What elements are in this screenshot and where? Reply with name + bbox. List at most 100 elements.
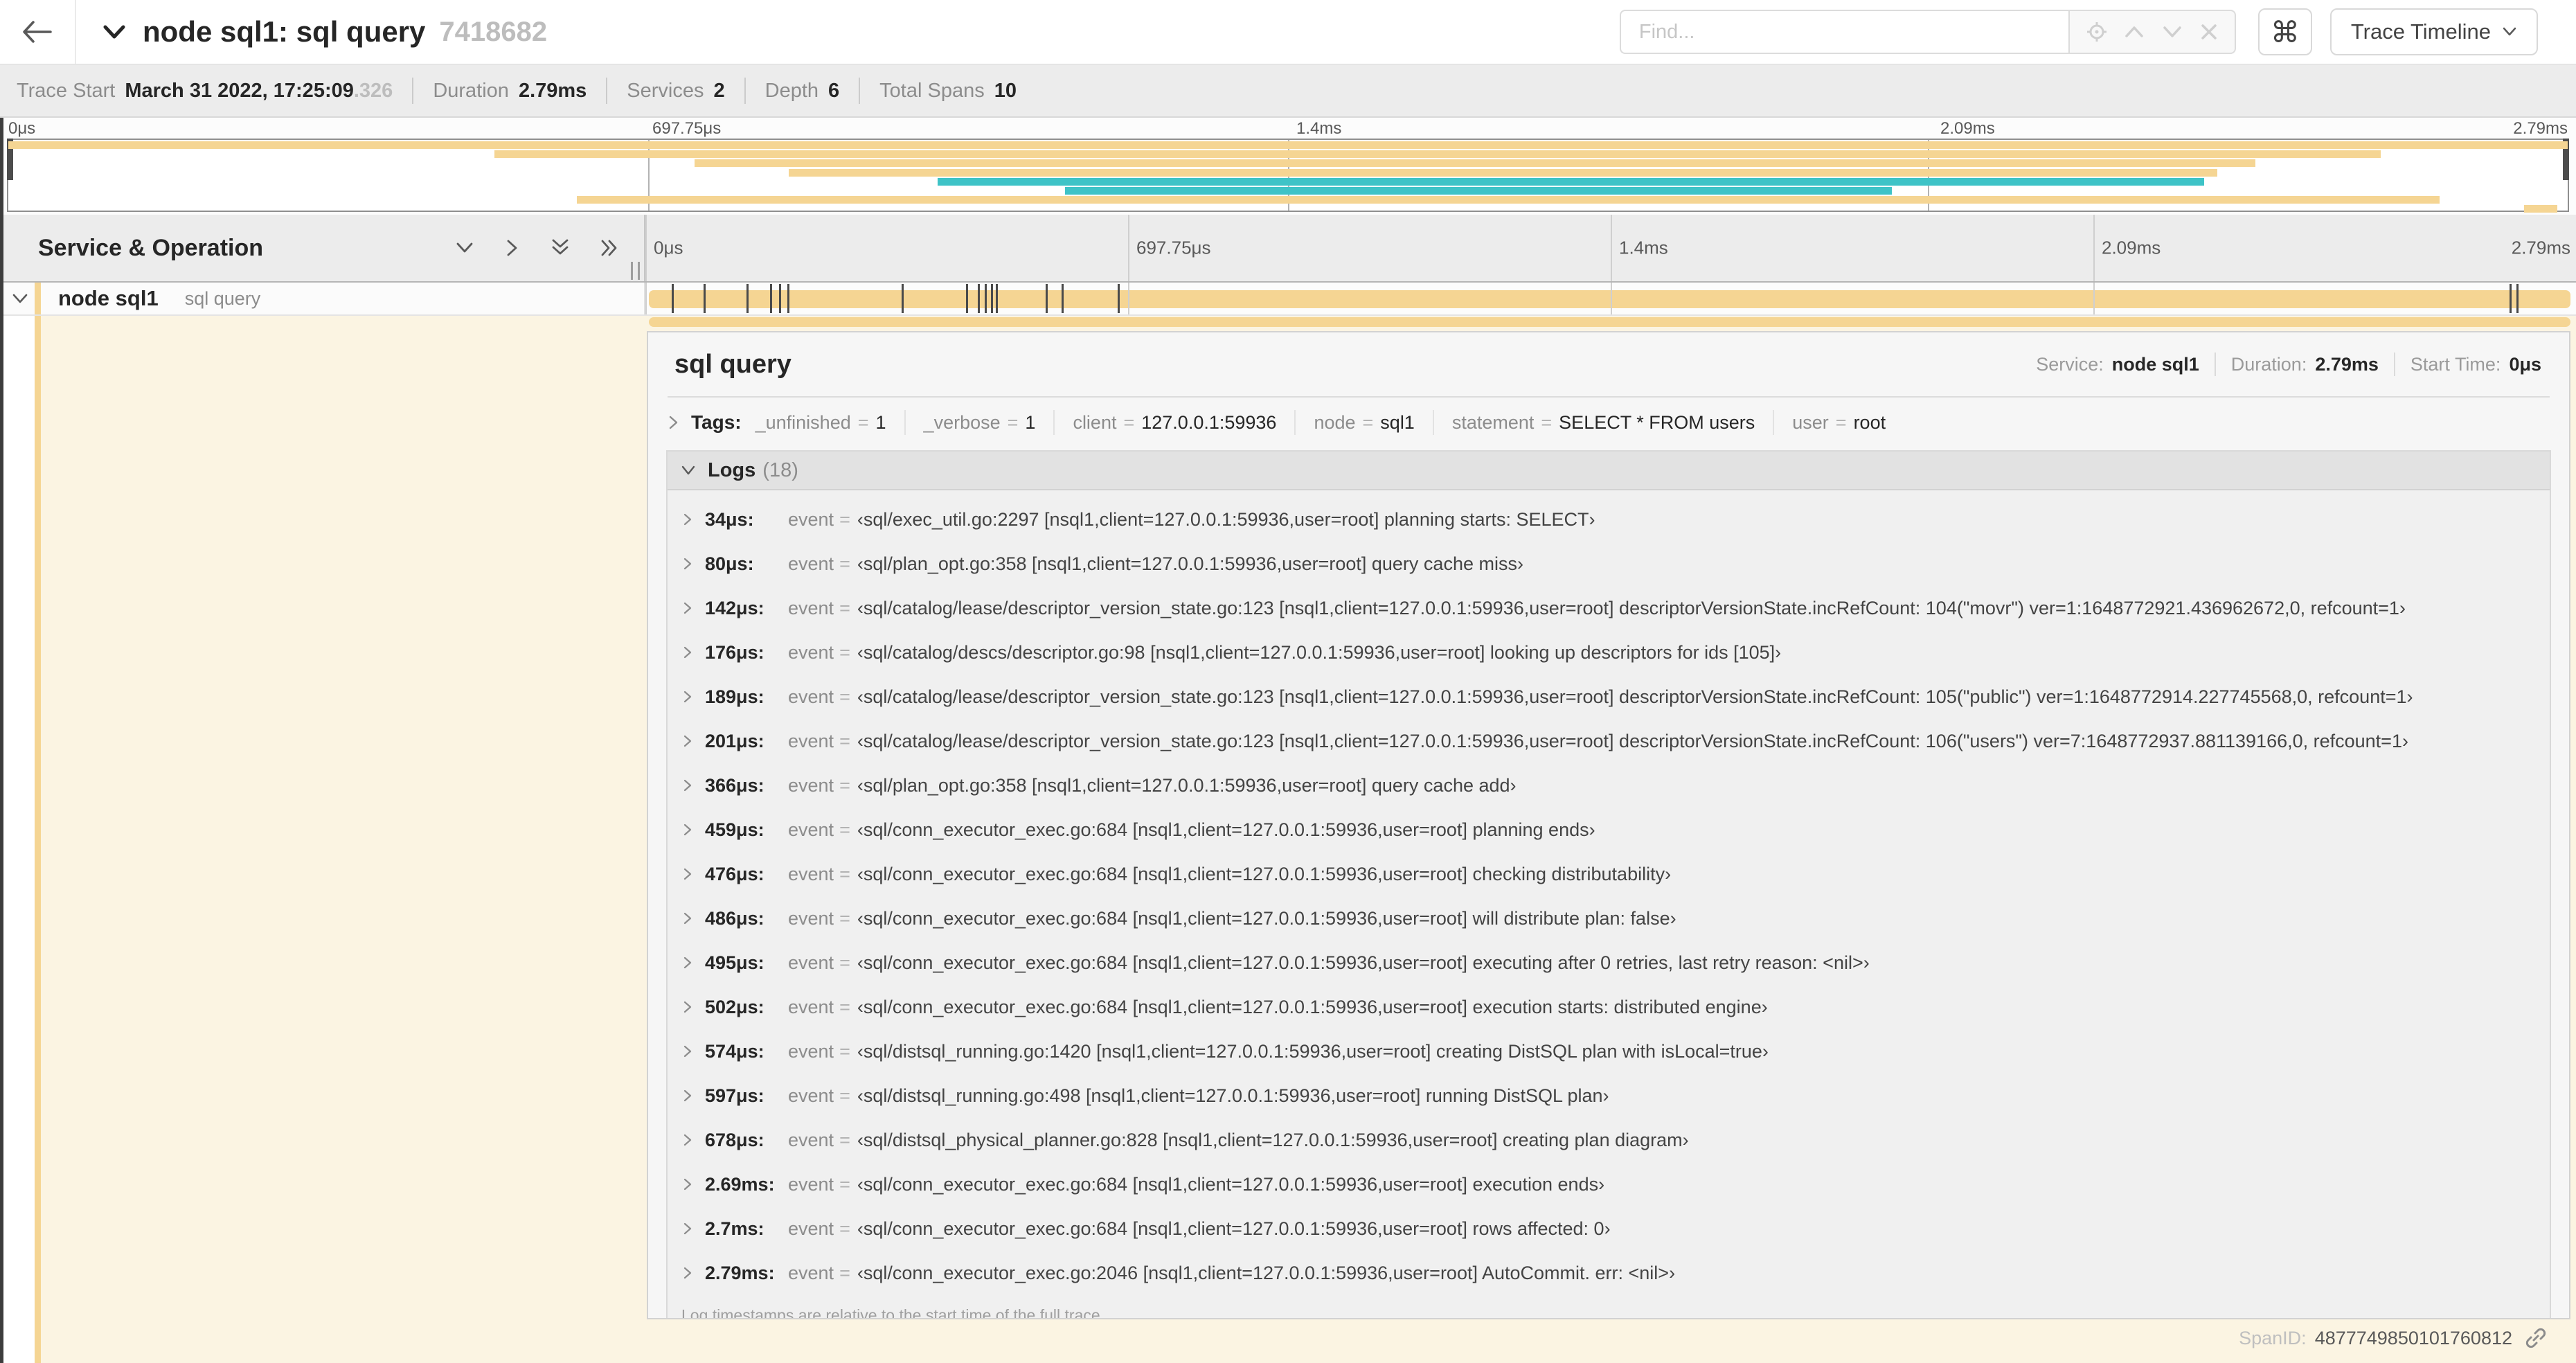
- timeline-gridline: [1128, 283, 1129, 314]
- log-timestamp: 80μs:: [705, 553, 754, 574]
- log-field-key: event: [788, 1129, 834, 1150]
- chevron-right-icon: [504, 238, 521, 258]
- collapse-one-button[interactable]: [454, 240, 475, 256]
- log-row[interactable]: 678μs: event = ‹sql/distsql_physical_pla…: [668, 1118, 2550, 1162]
- log-row[interactable]: 2.79ms: event = ‹sql/conn_executor_exec.…: [668, 1251, 2550, 1295]
- span-overview-item: Service: node sql1: [2036, 354, 2199, 375]
- tag-item[interactable]: user = root: [1755, 410, 1886, 435]
- tag-value: SELECT * FROM users: [1559, 411, 1755, 433]
- log-row[interactable]: 574μs: event = ‹sql/distsql_running.go:1…: [668, 1029, 2550, 1074]
- find-next-button[interactable]: [2161, 24, 2183, 40]
- back-button[interactable]: [0, 0, 76, 64]
- summary-value: 2.79ms: [518, 79, 587, 102]
- log-timestamp: 366μs:: [705, 774, 764, 796]
- overview-value: 2.79ms: [2315, 353, 2379, 375]
- expand-all-button[interactable]: [600, 238, 620, 258]
- summary-label: Duration: [433, 79, 509, 102]
- span-service-name[interactable]: node sql1: [58, 286, 159, 311]
- locate-button[interactable]: [2086, 21, 2108, 43]
- log-field-key: event: [788, 641, 834, 663]
- back-arrow-icon: [21, 20, 53, 44]
- span-duration-bar[interactable]: [649, 290, 2570, 308]
- log-row[interactable]: 176μs: event = ‹sql/catalog/descs/descri…: [668, 630, 2550, 675]
- span-row[interactable]: node sql1 sql query: [0, 283, 2576, 316]
- log-equals: =: [839, 774, 850, 796]
- timeline-axis-tick: 2.09ms: [2102, 237, 2161, 258]
- log-row[interactable]: 597μs: event = ‹sql/distsql_running.go:4…: [668, 1074, 2550, 1118]
- tags-label: Tags:: [691, 411, 742, 433]
- tag-item[interactable]: statement = SELECT * FROM users: [1415, 410, 1755, 435]
- log-field-value: ‹sql/distsql_running.go:1420 [nsql1,clie…: [857, 1040, 1769, 1062]
- log-field-value: ‹sql/conn_executor_exec.go:684 [nsql1,cl…: [857, 996, 1768, 1017]
- log-row[interactable]: 459μs: event = ‹sql/conn_executor_exec.g…: [668, 808, 2550, 852]
- minimap-canvas[interactable]: [7, 139, 2569, 213]
- span-color-stripe: [35, 283, 41, 314]
- summary-item: Total Spans 10: [839, 78, 1017, 104]
- logs-header[interactable]: Logs (18): [668, 452, 2550, 490]
- log-row[interactable]: 80μs: event = ‹sql/plan_opt.go:358 [nsql…: [668, 542, 2550, 586]
- log-timestamp: 597μs:: [705, 1085, 764, 1106]
- summary-label: Services: [627, 79, 704, 102]
- log-field-value: ‹sql/exec_util.go:2297 [nsql1,client=127…: [857, 508, 1595, 530]
- tag-item[interactable]: node = sql1: [1276, 410, 1414, 435]
- log-row[interactable]: 366μs: event = ‹sql/plan_opt.go:358 [nsq…: [668, 763, 2550, 808]
- find-clear-button[interactable]: [2199, 22, 2219, 42]
- chevron-right-icon: [681, 910, 694, 927]
- log-field-key: event: [788, 996, 834, 1017]
- log-field-key: event: [788, 907, 834, 929]
- chevron-right-icon: [681, 1043, 694, 1060]
- tag-value: 1: [1025, 411, 1036, 433]
- log-equals: =: [839, 508, 850, 530]
- log-field-value: ‹sql/conn_executor_exec.go:684 [nsql1,cl…: [857, 952, 1870, 973]
- collapse-trace-chevron-icon[interactable]: [101, 21, 127, 42]
- log-equals: =: [839, 1040, 850, 1062]
- log-row[interactable]: 189μs: event = ‹sql/catalog/lease/descri…: [668, 675, 2550, 719]
- keyboard-shortcuts-button[interactable]: ⌘: [2257, 8, 2312, 55]
- log-row[interactable]: 201μs: event = ‹sql/catalog/lease/descri…: [668, 719, 2550, 763]
- span-link-button[interactable]: [2525, 1327, 2547, 1349]
- log-field-key: event: [788, 1040, 834, 1062]
- span-row-timeline[interactable]: [645, 283, 2576, 314]
- span-row-name-column[interactable]: node sql1 sql query: [0, 283, 645, 314]
- timeline-axis-tick: 697.75μs: [1136, 237, 1211, 258]
- logs-footnote: Log timestamps are relative to the start…: [681, 1306, 1105, 1319]
- log-row[interactable]: 486μs: event = ‹sql/conn_executor_exec.g…: [668, 896, 2550, 941]
- log-row[interactable]: 476μs: event = ‹sql/conn_executor_exec.g…: [668, 852, 2550, 896]
- log-equals: =: [839, 730, 850, 751]
- log-row[interactable]: 502μs: event = ‹sql/conn_executor_exec.g…: [668, 985, 2550, 1029]
- tags-row[interactable]: Tags: _unfinished = 1 _verbose = 1 client = 127.…: [648, 398, 2569, 445]
- find-input[interactable]: [1619, 10, 2068, 54]
- log-field-key: event: [788, 508, 834, 530]
- service-operation-title: Service & Operation: [38, 234, 264, 261]
- trace-view-selector-label: Trace Timeline: [2350, 19, 2491, 44]
- log-timestamp: 459μs:: [705, 819, 764, 840]
- window-left-edge: [0, 118, 3, 1363]
- logs-block: Logs (18) 34μs: event = ‹sql/exec_util.g…: [666, 450, 2551, 1319]
- log-row[interactable]: 495μs: event = ‹sql/conn_executor_exec.g…: [668, 941, 2550, 985]
- trace-view-selector[interactable]: Trace Timeline: [2329, 8, 2538, 55]
- logs-list: 34μs: event = ‹sql/exec_util.go:2297 [ns…: [668, 490, 2550, 1319]
- log-row[interactable]: 34μs: event = ‹sql/exec_util.go:2297 [ns…: [668, 497, 2550, 542]
- log-field-value: ‹sql/catalog/lease/descriptor_version_st…: [857, 597, 2406, 618]
- log-marker-tick: [746, 284, 749, 313]
- log-field-value: ‹sql/catalog/descs/descriptor.go:98 [nsq…: [857, 641, 1782, 663]
- tag-item[interactable]: client = 127.0.0.1:59936: [1035, 410, 1276, 435]
- minimap-axis-tick: 697.75μs: [652, 119, 722, 138]
- span-operation-name[interactable]: sql query: [185, 288, 261, 310]
- trace-summary-bar: Trace Start March 31 2022, 17:25:09.326 Du…: [0, 65, 2576, 118]
- collapse-all-button[interactable]: [550, 238, 571, 258]
- log-row[interactable]: 2.7ms: event = ‹sql/conn_executor_exec.g…: [668, 1206, 2550, 1251]
- log-equals: =: [839, 1218, 850, 1239]
- log-timestamp: 2.79ms:: [705, 1262, 775, 1283]
- log-row[interactable]: 2.69ms: event = ‹sql/conn_executor_exec.…: [668, 1162, 2550, 1206]
- minimap-span-bar: [8, 141, 2568, 149]
- span-collapse-chevron-icon[interactable]: [11, 292, 29, 305]
- log-field-key: event: [788, 863, 834, 884]
- expand-one-button[interactable]: [504, 238, 521, 258]
- log-row[interactable]: 142μs: event = ‹sql/catalog/lease/descri…: [668, 586, 2550, 630]
- tag-item[interactable]: _unfinished = 1: [755, 412, 886, 434]
- tag-item[interactable]: _verbose = 1: [886, 410, 1036, 435]
- find-prev-button[interactable]: [2123, 24, 2145, 40]
- log-timestamp: 176μs:: [705, 641, 764, 663]
- column-resizer-grip[interactable]: [631, 262, 640, 280]
